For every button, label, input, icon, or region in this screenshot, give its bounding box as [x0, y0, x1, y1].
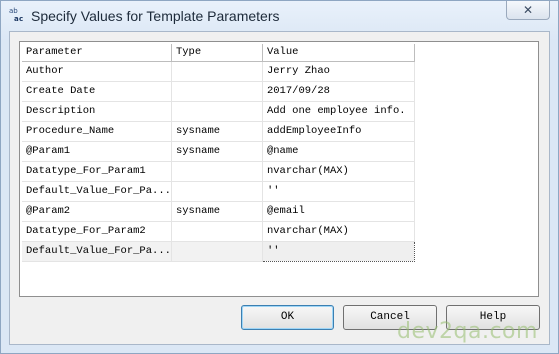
value-cell[interactable]: Jerry Zhao — [262, 61, 415, 82]
type-cell: sysname — [171, 201, 263, 222]
parameter-cell: @Param2 — [22, 201, 172, 222]
parameter-cell: Default_Value_For_Pa... — [22, 181, 172, 202]
type-cell — [171, 61, 263, 82]
watermark-text: dev2qa.com — [397, 319, 538, 344]
value-cell[interactable]: addEmployeeInfo — [262, 121, 415, 142]
value-cell[interactable]: nvarchar(MAX) — [262, 221, 415, 242]
value-cell[interactable]: nvarchar(MAX) — [262, 161, 415, 182]
type-cell — [171, 81, 263, 102]
table-row[interactable]: Datatype_For_Param2 nvarchar(MAX) — [22, 221, 415, 242]
parameter-cell: @Param1 — [22, 141, 172, 162]
parameters-grid: Parameter Type Value Author Jerry Zhao C… — [19, 41, 539, 297]
parameter-cell: Datatype_For_Param2 — [22, 221, 172, 242]
dialog-window: ab a c Specify Values for Template Param… — [0, 0, 559, 354]
table-row[interactable]: Description Add one employee info. — [22, 101, 415, 122]
value-cell[interactable]: @name — [262, 141, 415, 162]
close-icon: ✕ — [522, 3, 534, 17]
type-cell — [171, 221, 263, 242]
type-cell — [171, 241, 263, 262]
table-row-selected[interactable]: Default_Value_For_Pa... '' — [22, 240, 415, 262]
dialog-body: Parameter Type Value Author Jerry Zhao C… — [9, 31, 550, 345]
grid-header-row: Parameter Type Value — [22, 44, 415, 62]
column-header-parameter[interactable]: Parameter — [22, 44, 172, 62]
table-row[interactable]: Author Jerry Zhao — [22, 61, 415, 82]
window-title: Specify Values for Template Parameters — [31, 8, 280, 24]
column-header-value[interactable]: Value — [262, 44, 415, 62]
template-app-icon: ab a c — [9, 7, 24, 23]
ok-button[interactable]: OK — [241, 305, 334, 330]
table-row[interactable]: Default_Value_For_Pa... '' — [22, 181, 415, 202]
type-cell: sysname — [171, 121, 263, 142]
close-button[interactable]: ✕ — [506, 1, 550, 20]
table-row[interactable]: Procedure_Name sysname addEmployeeInfo — [22, 121, 415, 142]
table-row[interactable]: Create Date 2017/09/28 — [22, 81, 415, 102]
value-cell[interactable]: @email — [262, 201, 415, 222]
type-cell: sysname — [171, 141, 263, 162]
value-cell-focused[interactable]: '' — [261, 240, 415, 262]
value-cell[interactable]: 2017/09/28 — [262, 81, 415, 102]
parameter-cell: Default_Value_For_Pa... — [22, 241, 172, 262]
title-bar[interactable]: ab a c Specify Values for Template Param… — [1, 1, 558, 31]
type-cell — [171, 161, 263, 182]
parameter-cell: Description — [22, 101, 172, 122]
type-cell — [171, 101, 263, 122]
column-header-type[interactable]: Type — [171, 44, 263, 62]
table-row[interactable]: Datatype_For_Param1 nvarchar(MAX) — [22, 161, 415, 182]
parameter-cell: Procedure_Name — [22, 121, 172, 142]
parameter-cell: Datatype_For_Param1 — [22, 161, 172, 182]
table-row[interactable]: @Param1 sysname @name — [22, 141, 415, 162]
value-cell[interactable]: '' — [262, 181, 415, 202]
parameter-cell: Create Date — [22, 81, 172, 102]
parameter-cell: Author — [22, 61, 172, 82]
table-row[interactable]: @Param2 sysname @email — [22, 201, 415, 222]
parameters-table: Parameter Type Value Author Jerry Zhao C… — [22, 44, 415, 262]
type-cell — [171, 181, 263, 202]
value-cell[interactable]: Add one employee info. — [262, 101, 415, 122]
